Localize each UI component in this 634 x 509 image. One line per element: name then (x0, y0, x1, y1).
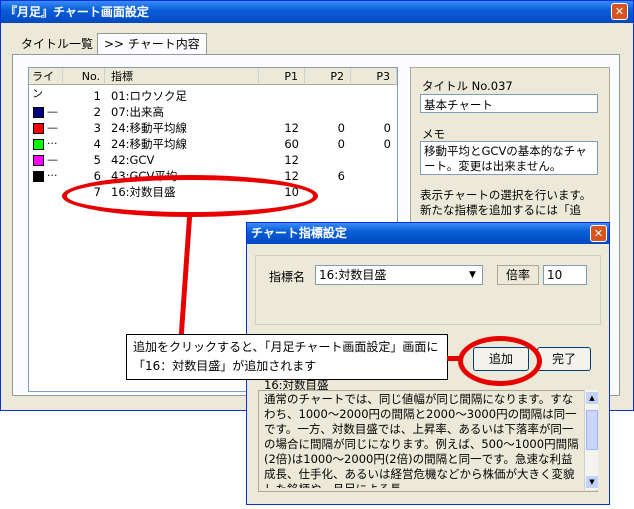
table-row[interactable]: 1 01:ロウソク足 (29, 88, 397, 104)
description-scrollbar[interactable]: ▲ ▼ (584, 390, 598, 490)
col-header-no[interactable]: No. (63, 68, 105, 85)
table-row[interactable]: ··· 4 24:移動平均線 60 0 0 (29, 136, 397, 152)
row-p1: 12 (284, 121, 299, 135)
row-no: 4 (93, 137, 101, 151)
col-header-p2[interactable]: P2 (305, 68, 351, 85)
line-style-icon: — (47, 153, 58, 166)
scroll-down-icon[interactable]: ▼ (586, 476, 598, 488)
chevron-down-icon[interactable]: ▼ (465, 267, 480, 283)
memo-label: メモ (422, 127, 445, 141)
row-p3: 0 (383, 137, 391, 151)
row-indicator: 24:移動平均線 (111, 137, 188, 151)
line-color-swatch (33, 123, 44, 134)
done-button[interactable]: 完了 (537, 347, 591, 371)
title-number-label: タイトル No.037 (422, 79, 513, 93)
dialog-close-icon[interactable]: ✕ (590, 225, 607, 242)
description-panel: 16:対数目盛 通常のチャートでは、同じ値幅が同じ間隔になります。すなわち、10… (258, 378, 598, 492)
line-style-icon: — (47, 105, 58, 118)
dialog-title: チャート指標設定 (251, 226, 347, 240)
line-color-swatch (33, 107, 44, 118)
dialog-titlebar: チャート指標設定 (247, 223, 609, 244)
row-indicator: 24:移動平均線 (111, 121, 188, 135)
rate-label: 倍率 (497, 265, 539, 285)
tab-chart-contents[interactable]: >> チャート内容 (97, 33, 207, 55)
line-color-swatch (33, 139, 44, 150)
scroll-up-icon[interactable]: ▲ (586, 392, 598, 404)
table-row[interactable]: — 2 07:出来高 (29, 104, 397, 120)
title-field[interactable]: 基本チャート (420, 94, 598, 113)
line-style-icon: ··· (47, 169, 58, 182)
callout-connector (447, 356, 460, 361)
line-style-icon: — (47, 121, 58, 134)
line-color-swatch (33, 155, 44, 166)
main-titlebar: 『月足』チャート画面設定 (1, 1, 633, 23)
row-indicator: 42:GCV (111, 153, 155, 167)
row-p2: 6 (337, 169, 345, 183)
col-header-p3[interactable]: P3 (351, 68, 397, 85)
row-no: 3 (93, 121, 101, 135)
col-header-line[interactable]: ライン (29, 68, 63, 100)
memo-field[interactable]: 移動平均とGCVの基本的なチャート。変更は出来ません。 (420, 141, 598, 175)
row-p2: 0 (337, 137, 345, 151)
row-no: 1 (93, 89, 101, 103)
main-window-title: 『月足』チャート画面設定 (5, 5, 149, 19)
row-p1: 12 (284, 153, 299, 167)
line-color-swatch (33, 171, 44, 182)
instruction-callout: 追加をクリックすると、「月足チャート画面設定」画面に「16：対数目盛」が追加され… (126, 334, 448, 380)
row-p3: 0 (383, 121, 391, 135)
table-row[interactable]: — 3 24:移動平均線 12 0 0 (29, 120, 397, 136)
indicator-select-value: 16:対数目盛 (319, 268, 387, 282)
row-p1: 60 (284, 137, 299, 151)
highlight-ring-add (458, 336, 542, 386)
main-close-icon[interactable]: ✕ (611, 3, 628, 20)
indicator-select[interactable]: 16:対数目盛 ▼ (315, 265, 483, 285)
col-header-p1[interactable]: P1 (259, 68, 305, 85)
description-text: 通常のチャートでは、同じ値幅が同じ間隔になります。すなわち、1000～2000円… (264, 392, 579, 488)
rate-input[interactable]: 10 (543, 265, 587, 285)
scroll-thumb[interactable] (586, 410, 598, 450)
row-no: 5 (93, 153, 101, 167)
row-no: 2 (93, 105, 101, 119)
row-indicator: 07:出来高 (111, 105, 165, 119)
col-header-indicator[interactable]: 指標 (105, 68, 259, 85)
indicator-name-label: 指標名 (269, 270, 306, 284)
tab-title-list[interactable]: タイトル一覧 (15, 34, 99, 56)
line-style-icon: ··· (47, 137, 58, 150)
highlight-ring-row7 (62, 175, 318, 217)
help-text: 表示チャートの選択を行います。新たな指標を追加するには「追 (420, 188, 592, 217)
row-p2: 0 (337, 121, 345, 135)
row-indicator: 01:ロウソク足 (111, 89, 188, 103)
table-row[interactable]: — 5 42:GCV 12 (29, 152, 397, 168)
